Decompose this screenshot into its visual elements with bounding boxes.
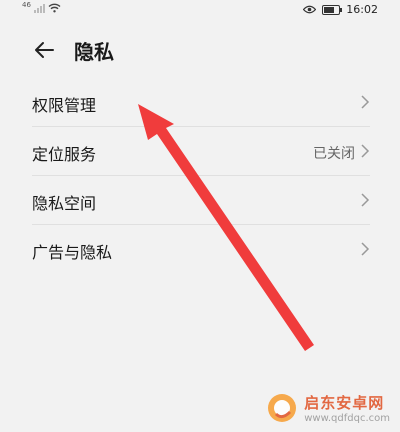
watermark-name: 启东安卓网 (304, 394, 385, 412)
chevron-right-icon (361, 95, 370, 109)
chevron-right-icon (361, 144, 370, 158)
watermark-logo-icon (268, 394, 297, 422)
watermark: 启东安卓网 www.qdfdqc.com (266, 392, 390, 424)
list-item-label: 隐私空间 (32, 194, 97, 213)
chevron-right-icon (361, 242, 370, 256)
network-type: 46 (22, 1, 31, 9)
list-item-location-services[interactable]: 定位服务 已关闭 (0, 127, 400, 176)
signal-icon (33, 3, 45, 13)
status-left: 46 (22, 1, 61, 13)
list-item-ads-and-privacy[interactable]: 广告与隐私 (0, 225, 400, 274)
battery-icon (322, 4, 343, 15)
page-title: 隐私 (74, 40, 114, 64)
list-item-value: 已关闭 (313, 146, 355, 162)
status-time: 16:02 (346, 3, 378, 16)
status-bar: 46 16:02 (0, 0, 400, 20)
list-item-label: 定位服务 (32, 145, 97, 164)
eye-comfort-icon (303, 5, 317, 14)
chevron-right-icon (361, 193, 370, 207)
wifi-icon (48, 3, 61, 13)
header: 隐私 (0, 30, 400, 74)
watermark-url: www.qdfdqc.com (304, 413, 390, 424)
list-item-label: 广告与隐私 (32, 243, 113, 262)
back-arrow-icon[interactable] (32, 38, 56, 62)
list-item-label: 权限管理 (32, 96, 97, 115)
status-right: 16:02 (303, 3, 378, 16)
settings-list: 权限管理 定位服务 已关闭 隐私空间 广告与隐私 (0, 78, 400, 274)
list-item-permission-management[interactable]: 权限管理 (0, 78, 400, 127)
list-item-private-space[interactable]: 隐私空间 (0, 176, 400, 225)
